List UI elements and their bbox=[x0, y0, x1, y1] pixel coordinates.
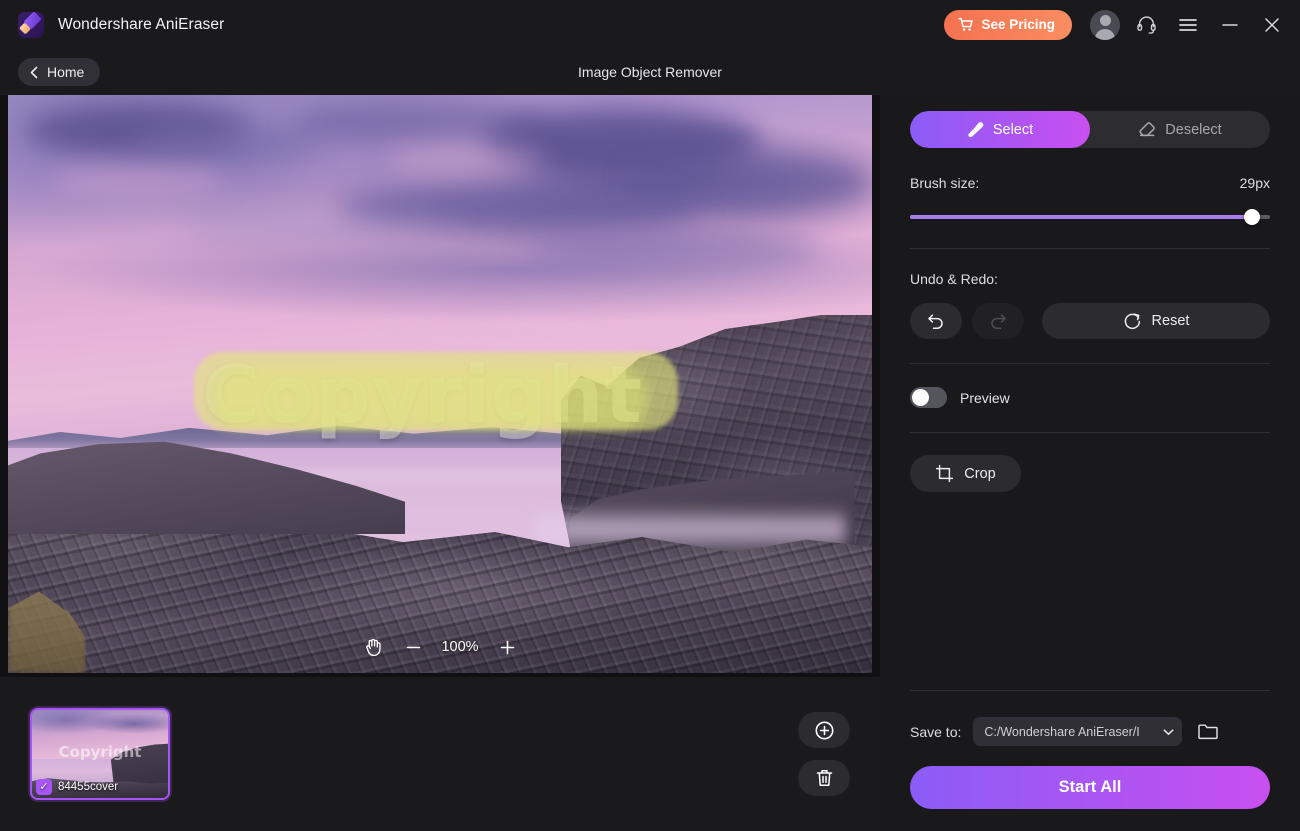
app-title: Wondershare AniEraser bbox=[58, 15, 225, 33]
select-mode-label: Select bbox=[992, 121, 1034, 138]
browse-folder-button[interactable] bbox=[1194, 718, 1222, 746]
divider-3 bbox=[910, 432, 1270, 433]
undo-redo-row: Reset bbox=[910, 303, 1270, 339]
reset-button[interactable]: Reset bbox=[1042, 303, 1270, 339]
zoom-out-button[interactable] bbox=[396, 632, 430, 662]
deselect-mode-button[interactable]: Deselect bbox=[1090, 111, 1270, 148]
app-window: Wondershare AniEraser See Pricing Home I… bbox=[0, 0, 1300, 831]
preview-label: Preview bbox=[960, 389, 1010, 406]
eraser-icon bbox=[1138, 121, 1156, 138]
crop-button[interactable]: Crop bbox=[910, 455, 1021, 492]
zoom-in-button[interactable] bbox=[490, 632, 524, 662]
editor-column: Copyright 100% bbox=[0, 95, 880, 831]
user-avatar-icon[interactable] bbox=[1090, 9, 1120, 40]
thumbnail-footer: ✓ 84455cover bbox=[32, 775, 168, 798]
mode-toggle-group: Select Deselect bbox=[910, 111, 1270, 148]
deselect-mode-label: Deselect bbox=[1165, 121, 1222, 138]
thumbnail-filename: 84455cover bbox=[58, 780, 119, 793]
brush-mask-overlay bbox=[193, 352, 678, 431]
save-to-label: Save to: bbox=[910, 723, 962, 740]
close-icon[interactable] bbox=[1256, 9, 1288, 41]
save-to-row: Save to: C:/Wondershare AniEraser/I bbox=[910, 717, 1270, 746]
divider-2 bbox=[910, 363, 1270, 364]
thumbnail-watermark: Copyright bbox=[58, 743, 142, 762]
see-pricing-button[interactable]: See Pricing bbox=[944, 9, 1072, 40]
brush-size-slider[interactable] bbox=[910, 209, 1270, 225]
preview-row: Preview bbox=[910, 387, 1270, 408]
zoom-toolbar: 100% bbox=[356, 632, 524, 662]
cart-icon bbox=[958, 17, 974, 32]
title-bar: Wondershare AniEraser See Pricing bbox=[0, 0, 1300, 49]
main-body: Copyright 100% bbox=[0, 95, 1300, 831]
redo-button[interactable] bbox=[972, 303, 1024, 339]
slider-fill bbox=[910, 215, 1252, 219]
hand-pan-icon[interactable] bbox=[356, 632, 390, 662]
preview-toggle[interactable] bbox=[910, 387, 947, 408]
eraser-icon bbox=[18, 11, 44, 38]
save-path-value: C:/Wondershare AniEraser/I bbox=[984, 724, 1140, 739]
folder-open-icon bbox=[1197, 722, 1219, 741]
sub-bar: Home Image Object Remover bbox=[0, 49, 1300, 95]
photo-preview[interactable]: Copyright bbox=[8, 95, 872, 673]
start-all-button[interactable]: Start All bbox=[910, 766, 1270, 809]
select-mode-button[interactable]: Select bbox=[910, 111, 1090, 148]
thumbnail-checkbox[interactable]: ✓ bbox=[36, 778, 52, 795]
slider-knob[interactable] bbox=[1244, 209, 1260, 225]
undo-redo-label: Undo & Redo: bbox=[910, 271, 998, 287]
save-path-dropdown[interactable]: C:/Wondershare AniEraser/I bbox=[973, 717, 1183, 746]
reset-label: Reset bbox=[1151, 313, 1190, 329]
brush-size-label: Brush size: bbox=[910, 175, 980, 191]
divider-1 bbox=[910, 248, 1270, 249]
home-button[interactable]: Home bbox=[18, 58, 101, 86]
redo-arrow-icon bbox=[988, 312, 1008, 330]
chevron-down-icon bbox=[1163, 728, 1174, 736]
thumbnail-item[interactable]: Copyright ✓ 84455cover bbox=[30, 708, 170, 800]
crop-label: Crop bbox=[964, 465, 996, 482]
delete-image-button[interactable] bbox=[798, 760, 850, 796]
strip-actions bbox=[798, 712, 850, 796]
divider-4 bbox=[910, 690, 1270, 691]
minimize-icon[interactable] bbox=[1214, 9, 1246, 41]
add-circle-icon bbox=[814, 720, 835, 741]
page-title: Image Object Remover bbox=[578, 64, 722, 80]
thumbnail-strip: Copyright ✓ 84455cover bbox=[0, 677, 880, 831]
home-label: Home bbox=[47, 64, 85, 80]
trash-icon bbox=[815, 768, 834, 788]
hamburger-menu-icon[interactable] bbox=[1172, 9, 1204, 41]
image-canvas[interactable]: Copyright 100% bbox=[0, 95, 880, 677]
undo-arrow-icon bbox=[926, 312, 946, 330]
zoom-level: 100% bbox=[441, 639, 479, 655]
brush-size-row: Brush size: 29px bbox=[910, 175, 1270, 191]
headset-icon[interactable] bbox=[1130, 9, 1162, 41]
reset-circular-arrow-icon bbox=[1123, 312, 1142, 331]
add-image-button[interactable] bbox=[798, 712, 850, 748]
undo-button[interactable] bbox=[910, 303, 962, 339]
chevron-left-icon bbox=[29, 66, 40, 79]
tools-panel: Select Deselect Brush size: 29px Undo & … bbox=[880, 95, 1300, 831]
brush-icon bbox=[967, 121, 984, 138]
crop-icon bbox=[935, 464, 954, 483]
brush-size-value: 29px bbox=[1239, 175, 1270, 191]
see-pricing-label: See Pricing bbox=[981, 17, 1055, 32]
